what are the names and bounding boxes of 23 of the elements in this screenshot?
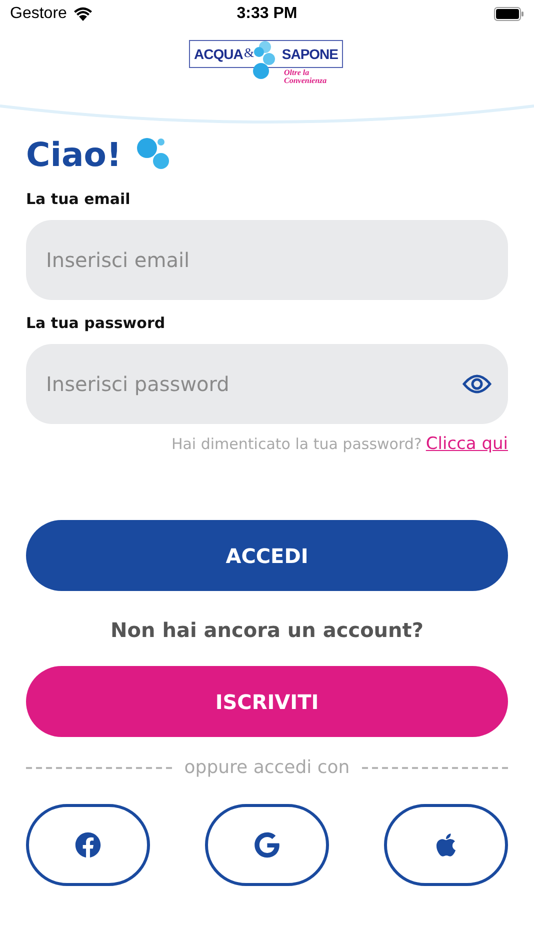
logo-tagline: Convenienza bbox=[284, 76, 327, 85]
eye-icon[interactable] bbox=[462, 374, 492, 394]
facebook-icon bbox=[75, 832, 101, 858]
signup-button[interactable]: ISCRIVITI bbox=[26, 666, 508, 737]
email-label: La tua email bbox=[26, 190, 132, 208]
wifi-icon bbox=[72, 7, 93, 21]
battery-icon bbox=[494, 7, 524, 21]
google-icon bbox=[254, 832, 280, 858]
logo-word: ACQUA bbox=[194, 46, 243, 62]
greeting-title: Ciao! bbox=[26, 134, 122, 174]
click-here-link[interactable]: Clicca qui bbox=[426, 434, 508, 454]
carrier-name: Gestore bbox=[10, 5, 67, 23]
clock-time: 3:33 PM bbox=[236, 5, 298, 23]
logo-tagline: Oltre la bbox=[284, 68, 310, 77]
password-field[interactable]: Inserisci password bbox=[26, 344, 508, 424]
login-button[interactable]: ACCEDI bbox=[26, 520, 508, 591]
logo-ampersand: & bbox=[244, 46, 254, 59]
divider-text: oppure accedi con bbox=[184, 757, 350, 778]
password-label: La tua password bbox=[26, 314, 166, 332]
forgot-password-text: Hai dimenticato la tua password? bbox=[171, 435, 422, 453]
email-field[interactable]: Inserisci email bbox=[26, 220, 508, 300]
logo-word: SAPONE bbox=[282, 46, 338, 62]
no-account-text: Non hai ancora un account? bbox=[110, 618, 424, 642]
